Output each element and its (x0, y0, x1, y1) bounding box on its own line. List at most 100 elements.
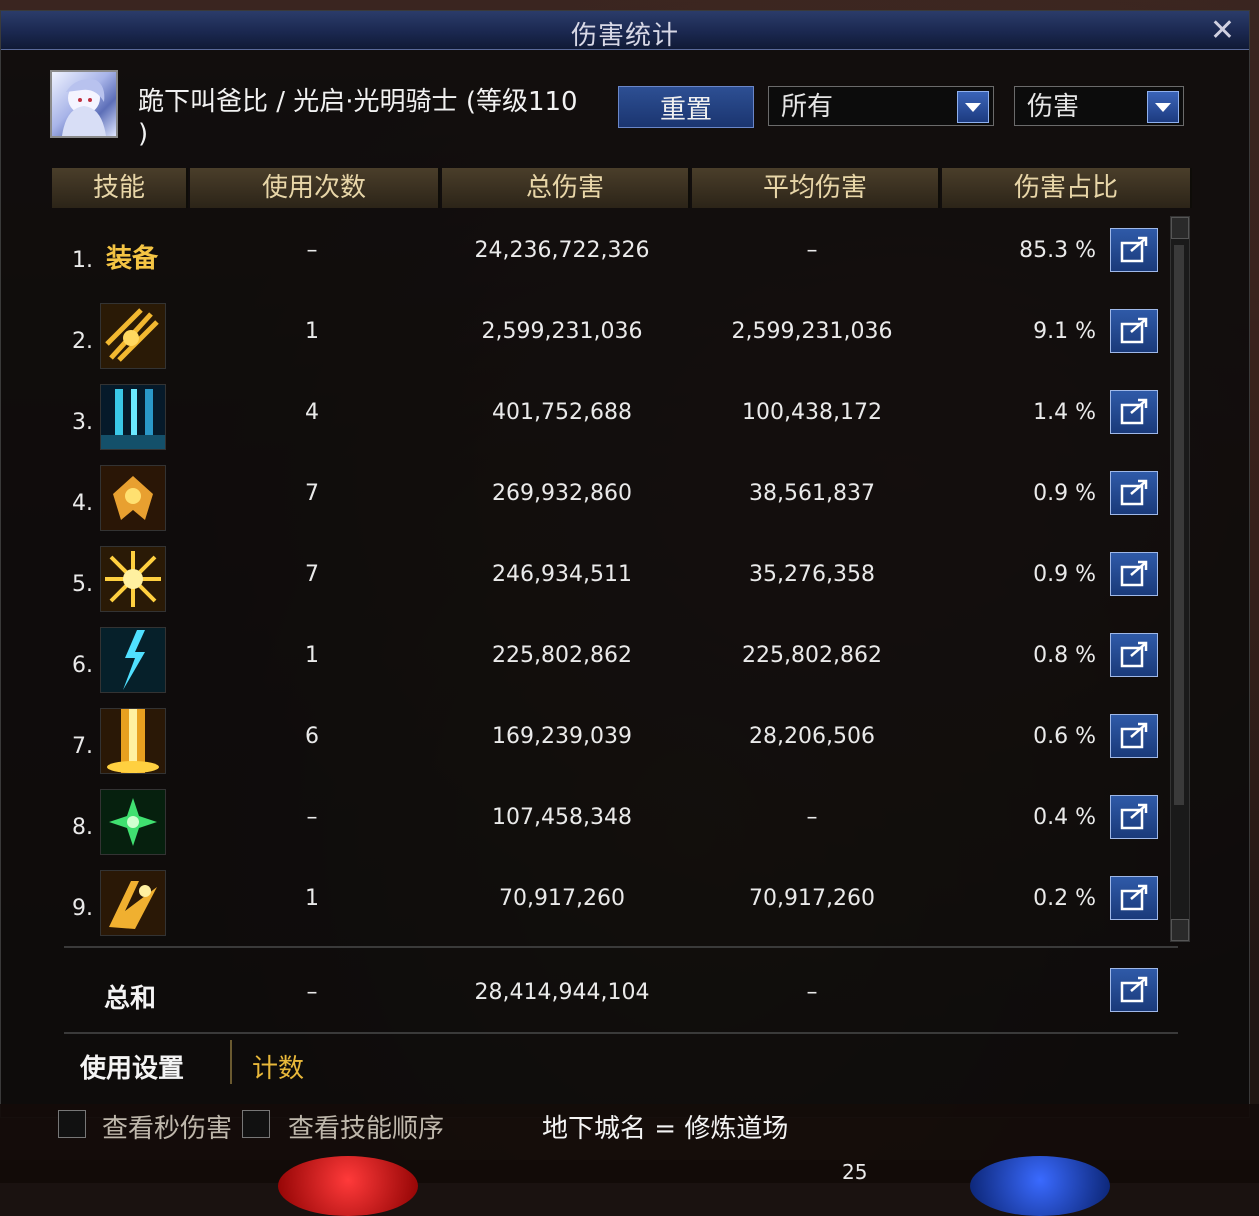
average-damage-cell: 100,438,172 (742, 400, 882, 425)
per-second-label[interactable]: 查看秒伤害 (102, 1108, 232, 1145)
uses-cell: 7 (305, 481, 319, 506)
average-damage-cell: – (806, 805, 818, 830)
share-button[interactable] (1110, 552, 1158, 596)
damage-share-cell: 0.9 % (1033, 481, 1096, 506)
hotbar-number: 25 (842, 1160, 868, 1184)
character-name-line2: ) (138, 119, 149, 149)
mp-orb (970, 1156, 1110, 1216)
row-index: 4. (72, 491, 93, 516)
skill-order-label[interactable]: 查看技能顺序 (288, 1108, 444, 1145)
gold-strike-skill-icon (100, 870, 166, 936)
share-button[interactable] (1110, 714, 1158, 758)
average-damage-cell: 35,276,358 (749, 562, 875, 587)
total-damage-cell: 70,917,260 (499, 886, 625, 911)
total-damage-cell: 246,934,511 (492, 562, 632, 587)
hp-orb (278, 1156, 418, 1216)
per-second-checkbox[interactable] (58, 1110, 86, 1138)
total-average: – (806, 980, 818, 1005)
chevron-down-icon[interactable] (957, 91, 989, 123)
table-row: 9. 1 70,917,260 70,917,260 0.2 % (52, 860, 1178, 941)
type-filter-dropdown[interactable]: 伤害 (1014, 86, 1184, 126)
uses-cell: – (306, 805, 318, 830)
tab-separator (230, 1040, 232, 1084)
total-damage-sum: 28,414,944,104 (474, 980, 650, 1005)
row-index: 7. (72, 734, 93, 759)
share-button-total[interactable] (1110, 968, 1158, 1012)
table-header: 技能 使用次数 总伤害 平均伤害 伤害占比 (52, 168, 1192, 208)
share-button[interactable] (1110, 795, 1158, 839)
total-damage-cell: 169,239,039 (492, 724, 632, 749)
type-filter-value: 伤害 (1027, 92, 1080, 122)
blue-pillar-skill-icon (100, 384, 166, 450)
total-label: 总和 (104, 984, 157, 1014)
share-button[interactable] (1110, 471, 1158, 515)
row-index: 3. (72, 410, 93, 435)
table-scrollbar[interactable] (1170, 216, 1190, 942)
average-damage-cell: 70,917,260 (749, 886, 875, 911)
table-row: 5. 7 246,934,511 35,276,358 0.9 % (52, 536, 1178, 617)
reset-button[interactable]: 重置 (618, 86, 754, 128)
total-damage-cell: 269,932,860 (492, 481, 632, 506)
skill-order-checkbox[interactable] (242, 1110, 270, 1138)
damage-share-cell: 0.4 % (1033, 805, 1096, 830)
uses-cell: – (306, 238, 318, 263)
scroll-thumb[interactable] (1174, 245, 1184, 805)
damage-share-cell: 9.1 % (1033, 319, 1096, 344)
header-average-damage[interactable]: 平均伤害 (692, 168, 940, 208)
divider (64, 1032, 1178, 1034)
light-burst-skill-icon (100, 546, 166, 612)
close-icon[interactable]: ✕ (1210, 13, 1235, 48)
total-damage-cell: 107,458,348 (492, 805, 632, 830)
total-damage-cell: 2,599,231,036 (481, 319, 643, 344)
table-row: 8. – 107,458,348 – 0.4 % (52, 779, 1178, 860)
average-damage-cell: 225,802,862 (742, 643, 882, 668)
average-damage-cell: 2,599,231,036 (731, 319, 893, 344)
uses-cell: 1 (305, 643, 319, 668)
lightning-skill-icon (100, 627, 166, 693)
target-filter-value: 所有 (781, 92, 834, 122)
table-row: 4. 7 269,932,860 38,561,837 0.9 % (52, 455, 1178, 536)
gold-slash-skill-icon (100, 303, 166, 369)
damage-share-cell: 85.3 % (1019, 238, 1096, 263)
row-index: 9. (72, 896, 93, 921)
title-bar[interactable]: 伤害统计 ✕ (1, 11, 1249, 51)
character-name-line1: 跪下叫爸比 / 光启·光明骑士 (等级110 (138, 87, 578, 117)
dungeon-name: 地下城名 = 修炼道场 (542, 1114, 789, 1144)
total-damage-cell: 24,236,722,326 (474, 238, 650, 263)
header-uses[interactable]: 使用次数 (190, 168, 440, 208)
header-skill[interactable]: 技能 (52, 168, 188, 208)
header-damage-share[interactable]: 伤害占比 (942, 168, 1192, 208)
scroll-up-icon[interactable] (1171, 217, 1189, 239)
row-index: 5. (72, 572, 93, 597)
share-button[interactable] (1110, 309, 1158, 353)
average-damage-cell: 28,206,506 (749, 724, 875, 749)
share-button[interactable] (1110, 390, 1158, 434)
average-damage-cell: 38,561,837 (749, 481, 875, 506)
tab-usage-settings[interactable]: 使用设置 (80, 1048, 184, 1085)
share-button[interactable] (1110, 876, 1158, 920)
avatar (50, 70, 118, 138)
share-button[interactable] (1110, 228, 1158, 272)
share-button[interactable] (1110, 633, 1158, 677)
character-name: 跪下叫爸比 / 光启·光明骑士 (等级110 ) (138, 86, 618, 150)
damage-share-cell: 0.2 % (1033, 886, 1096, 911)
tab-count[interactable]: 计数 (252, 1048, 304, 1085)
uses-cell: 4 (305, 400, 319, 425)
total-damage-cell: 225,802,862 (492, 643, 632, 668)
uses-cell: 1 (305, 886, 319, 911)
table-row: 2. 1 2,599,231,036 2,599,231,036 9.1 % (52, 293, 1178, 374)
gold-wings-skill-icon (100, 465, 166, 531)
target-filter-dropdown[interactable]: 所有 (768, 86, 994, 126)
window-title: 伤害统计 (570, 21, 679, 51)
header-total-damage[interactable]: 总伤害 (442, 168, 690, 208)
chevron-down-icon[interactable] (1147, 91, 1179, 123)
table-row: 3. 4 401,752,688 100,438,172 1.4 % (52, 374, 1178, 455)
total-uses: – (306, 980, 318, 1005)
scroll-down-icon[interactable] (1171, 919, 1189, 941)
damage-share-cell: 0.9 % (1033, 562, 1096, 587)
average-damage-cell: – (806, 238, 818, 263)
total-damage-cell: 401,752,688 (492, 400, 632, 425)
golden-beam-skill-icon (100, 708, 166, 774)
table-row: 1. 装备 – 24,236,722,326 – 85.3 % (52, 212, 1178, 293)
table-row: 7. 6 169,239,039 28,206,506 0.6 % (52, 698, 1178, 779)
